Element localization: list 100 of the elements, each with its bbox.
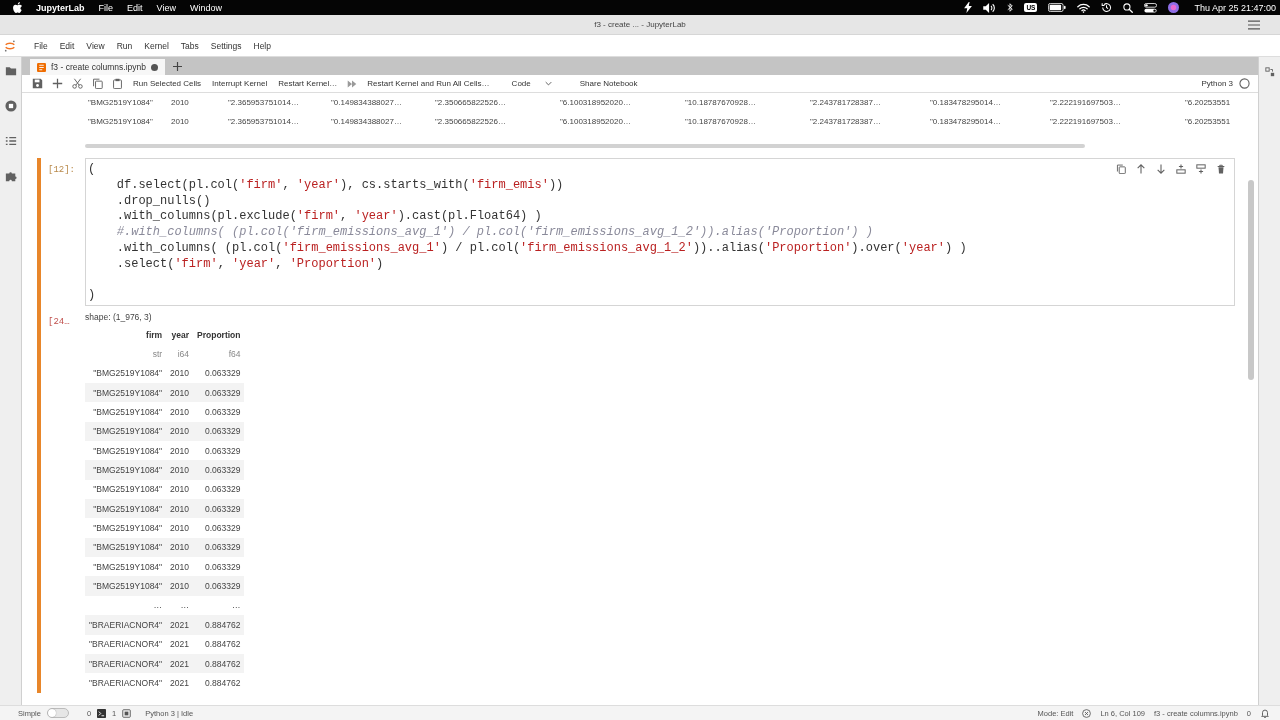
speaker-icon[interactable] xyxy=(983,2,997,13)
nested-square-icon[interactable] xyxy=(122,708,132,718)
column-header: year xyxy=(170,328,191,342)
menu-item[interactable]: Run xyxy=(116,40,133,51)
table-cell: 2021 xyxy=(166,673,194,693)
search-icon[interactable] xyxy=(1123,2,1134,13)
table-cell: "BMG2519Y1084" xyxy=(85,402,167,422)
column-type: f64 xyxy=(227,348,242,361)
code-line: .with_columns(pl.exclude('firm', 'year').cast(pl.Float64) ) xyxy=(116,209,542,225)
squares-icon[interactable] xyxy=(1264,67,1275,77)
table-cell: "BMG2519Y1084" xyxy=(85,518,167,538)
fast-forward-icon[interactable] xyxy=(347,78,358,89)
code-line: ) xyxy=(88,288,96,304)
menu-item[interactable]: Settings xyxy=(210,40,242,51)
menu-item[interactable]: Edit xyxy=(59,40,75,51)
table-cell: 0.063329 xyxy=(193,479,245,500)
menu-icon[interactable] xyxy=(1248,19,1260,30)
duplicate-icon[interactable] xyxy=(1116,164,1126,174)
table-cell: 0.063329 xyxy=(193,383,245,403)
circle-x-icon[interactable] xyxy=(1082,708,1092,718)
notebook-tab[interactable]: f3 - create columns.ipynb xyxy=(30,59,165,75)
stop-circle-icon[interactable] xyxy=(4,100,17,112)
table-cell: "BRAERIACNOR4" xyxy=(85,653,167,674)
insert-below-icon[interactable] xyxy=(1196,164,1206,174)
clipboard-icon[interactable] xyxy=(112,78,123,89)
wifi-icon[interactable] xyxy=(1077,2,1091,13)
toolbar-button[interactable]: Restart Kernel and Run All Cells… xyxy=(366,79,491,88)
menu-item[interactable]: View xyxy=(86,40,105,51)
terminal-icon[interactable] xyxy=(97,708,107,718)
cell-type-dropdown[interactable]: Code xyxy=(507,79,556,88)
trash-icon[interactable] xyxy=(1216,164,1226,174)
table-cell: "10.18787670928… xyxy=(685,117,756,126)
kernel-name[interactable]: Python 3 xyxy=(1201,79,1233,88)
table-cell: 0.063329 xyxy=(193,441,245,461)
orb-icon[interactable] xyxy=(1168,2,1180,13)
table-cell: 2010 xyxy=(166,363,194,384)
table-cell: 2021 xyxy=(166,634,194,654)
plus-icon[interactable] xyxy=(52,78,63,89)
app-logo-icon[interactable] xyxy=(4,39,16,52)
plus-icon[interactable] xyxy=(172,61,182,71)
app-menu-title[interactable]: JupyterLab xyxy=(36,2,85,13)
horizontal-scrollbar-thumb[interactable] xyxy=(85,144,1085,148)
table-cell: 2010 xyxy=(166,479,194,500)
save-icon[interactable] xyxy=(32,78,43,89)
copy-icon[interactable] xyxy=(92,78,103,89)
table-cell: 2010 xyxy=(166,460,194,480)
code-line: .select('firm', 'year', 'Proportion') xyxy=(116,256,384,273)
arrow-down-icon[interactable] xyxy=(1156,164,1166,174)
clock-text[interactable]: Thu Apr 25 21:47:00 xyxy=(1194,2,1276,13)
menu-item[interactable]: Tabs xyxy=(180,40,199,51)
table-cell: "2.350665822526… xyxy=(435,117,506,126)
table-cell: "BMG2519Y1084" xyxy=(85,557,167,577)
list-icon[interactable] xyxy=(4,135,17,147)
bluetooth-icon[interactable] xyxy=(1007,2,1014,13)
code-line: .drop_nulls() xyxy=(116,193,211,210)
window-title: f3 - create ... - JupyterLab xyxy=(594,20,686,29)
table-cell: "BMG2519Y1084" xyxy=(88,117,153,126)
puzzle-piece-icon[interactable] xyxy=(4,170,17,182)
scrollbar-thumb[interactable] xyxy=(1248,180,1254,380)
folder-icon[interactable] xyxy=(4,65,17,77)
insert-above-icon[interactable] xyxy=(1176,164,1186,174)
arrow-up-icon[interactable] xyxy=(1136,164,1146,174)
lightning-bolt-icon[interactable] xyxy=(964,2,973,13)
menu-item[interactable]: File xyxy=(34,40,48,51)
table-cell: "BRAERIACNOR4" xyxy=(85,634,167,654)
table-cell: "0.149834388027… xyxy=(331,117,402,126)
code-line: .with_columns( (pl.col('firm_emissions_avg_1') / pl.col('firm_emissions_avg_1_2'))..alias('Proportion').over('year') ) xyxy=(116,240,967,257)
menu-item[interactable]: Window xyxy=(189,2,222,13)
table-cell: "BMG2519Y1084" xyxy=(85,421,167,442)
scissors-icon[interactable] xyxy=(72,78,83,89)
menu-item[interactable]: Kernel xyxy=(144,40,169,51)
menu-item[interactable]: View xyxy=(156,2,176,13)
menu-item[interactable]: Edit xyxy=(127,2,143,13)
table-cell: … xyxy=(85,595,167,616)
apple-logo-icon[interactable] xyxy=(13,2,22,13)
table-cell: 2010 xyxy=(166,383,194,403)
code-line: ( xyxy=(88,162,96,178)
table-cell: 2010 xyxy=(171,117,189,126)
battery-icon[interactable] xyxy=(1048,3,1067,12)
table-cell: "2.350665822526… xyxy=(435,98,506,107)
dot-icon[interactable] xyxy=(150,63,158,71)
bell-icon[interactable] xyxy=(1260,708,1270,718)
table-cell: "2.222191697503… xyxy=(1050,117,1121,126)
table-cell: "6.100318952020… xyxy=(560,98,631,107)
toggles-icon[interactable] xyxy=(1144,2,1158,13)
table-cell: 0.063329 xyxy=(193,402,245,422)
menu-item[interactable]: File xyxy=(98,2,114,13)
table-cell: 0.063329 xyxy=(193,363,245,384)
toolbar-button[interactable]: Interrupt Kernel xyxy=(211,79,269,88)
toolbar-button[interactable]: Run Selected Cells xyxy=(132,79,203,88)
toggle-switch[interactable] xyxy=(46,708,69,718)
code-editor[interactable] xyxy=(85,158,1235,306)
table-cell: "BMG2519Y1084" xyxy=(85,383,167,403)
tab-label: f3 - create columns.ipynb xyxy=(51,62,146,72)
caret-icon xyxy=(544,81,552,86)
clock-arrow-icon[interactable] xyxy=(1101,2,1113,13)
menu-item[interactable]: Help xyxy=(253,40,271,51)
table-cell: "2.243781728387… xyxy=(810,117,881,126)
share-button[interactable]: Share Notebook xyxy=(578,79,639,88)
toolbar-button[interactable]: Restart Kernel… xyxy=(277,79,339,88)
